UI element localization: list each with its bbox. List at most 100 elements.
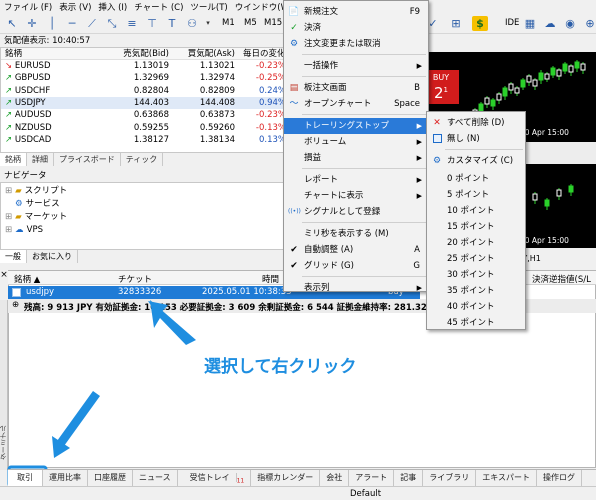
context-menu-item[interactable]: ((•)) シグナルとして登録 xyxy=(284,204,428,220)
tab-company[interactable]: 会社 xyxy=(320,470,350,486)
grid-icon[interactable]: ▦ xyxy=(522,16,538,31)
text-icon[interactable]: T xyxy=(164,16,180,31)
col-symbol[interactable]: 銘柄 xyxy=(5,48,22,60)
context-menu-item[interactable]: トレーリングストップ ▶ xyxy=(284,118,428,134)
signal-icon[interactable]: ◉ xyxy=(562,16,578,31)
trailing-stop-option[interactable]: 無し (N) xyxy=(427,131,525,147)
expand-icon[interactable]: ⊞ xyxy=(5,224,12,236)
crosshair-icon[interactable]: ✛ xyxy=(24,16,40,31)
market-watch-row[interactable]: ↗ AUDUSD 0.63868 0.63873 -0.23% xyxy=(1,109,284,121)
expand-icon[interactable]: ⊞ xyxy=(5,211,12,223)
vertical-line-icon[interactable]: │ xyxy=(44,16,60,31)
trailing-stop-option[interactable]: 40 ポイント xyxy=(427,299,525,315)
indicator-icon[interactable]: ⊞ xyxy=(448,16,464,31)
market-watch-row[interactable]: ↗ NZDUSD 0.59255 0.59260 -0.13% xyxy=(1,122,284,134)
context-menu-item[interactable]: 損益 ▶ xyxy=(284,150,428,166)
col-stoploss[interactable]: 決済逆指値(S/L xyxy=(532,273,591,285)
trendline-icon[interactable]: ⟋ xyxy=(84,16,100,31)
context-menu-item[interactable]: 一括操作 ▶ xyxy=(284,58,428,74)
tab-journal[interactable]: 操作ログ xyxy=(537,470,583,486)
col-time[interactable]: 時間 xyxy=(262,273,279,285)
tf-m1[interactable]: M1 xyxy=(222,18,235,28)
tab-history[interactable]: 口座履歴 xyxy=(88,470,133,486)
menu-tools[interactable]: ツール(T) xyxy=(190,1,227,13)
trailing-stop-option[interactable]: 20 ポイント xyxy=(427,235,525,251)
tf-m5[interactable]: M5 xyxy=(244,18,257,28)
arrow-up-icon: ↗ xyxy=(5,97,13,108)
context-menu-item[interactable]: ⚙ 注文変更または取消 xyxy=(284,36,428,52)
tab-priceboard[interactable]: プライスボード xyxy=(54,153,121,166)
market-watch-row[interactable]: ↗ GBPUSD 1.32969 1.32974 -0.25% xyxy=(1,72,284,84)
trailing-stop-option[interactable]: ✕ すべて削除 (D) xyxy=(427,115,525,131)
tab-alerts[interactable]: アラート xyxy=(349,470,395,486)
market-watch-row[interactable]: ↘ EURUSD 1.13019 1.13021 -0.23% xyxy=(1,60,284,72)
tab-news[interactable]: ニュース xyxy=(133,470,178,486)
context-menu-item[interactable]: 📄 新規注文 F9 xyxy=(284,4,428,20)
tab-library[interactable]: ライブラリ xyxy=(423,470,477,486)
menu-file[interactable]: ファイル (F) xyxy=(4,1,52,13)
col-change[interactable]: 毎日の変化 xyxy=(243,48,284,60)
context-menu-item[interactable]: ✔ 自動調整 (A) A xyxy=(284,242,428,258)
context-menu-item[interactable]: チャートに表示 ▶ xyxy=(284,188,428,204)
context-menu-item[interactable]: ミリ秒を表示する (M) xyxy=(284,226,428,242)
tab-general[interactable]: 一般 xyxy=(0,250,27,263)
context-menu-item[interactable]: レポート ▶ xyxy=(284,172,428,188)
menu-insert[interactable]: 挿入 (I) xyxy=(98,1,127,13)
trailing-stop-option[interactable]: 45 ポイント xyxy=(427,315,525,331)
context-menu-item[interactable]: ✓ 決済 xyxy=(284,20,428,36)
col-bid[interactable]: 売気配(Bid) xyxy=(111,48,169,60)
ide-button[interactable]: IDE xyxy=(505,18,519,28)
menu-view[interactable]: 表示 (V) xyxy=(59,1,91,13)
trailing-stop-option[interactable]: 15 ポイント xyxy=(427,219,525,235)
nav-item-market[interactable]: ⊞ ▰ マーケット xyxy=(5,211,67,223)
channel-icon[interactable]: ≡ xyxy=(124,16,140,31)
tab-favorites[interactable]: お気に入り xyxy=(27,250,78,263)
cursor-icon[interactable]: ↖ xyxy=(4,16,20,31)
horizontal-line-icon[interactable]: ─ xyxy=(64,16,80,31)
col-ticket[interactable]: チケット xyxy=(118,273,152,285)
tab-exposure[interactable]: 運用比率 xyxy=(43,470,88,486)
col-ask[interactable]: 買気配(Ask) xyxy=(177,48,235,60)
symbol-cell: ↘ EURUSD xyxy=(5,60,51,72)
nav-item-services[interactable]: ⚙ サービス xyxy=(15,198,60,210)
nav-item-vps[interactable]: ⊞ ☁ VPS xyxy=(5,224,43,236)
tab-mailbox[interactable]: 受信トレイ 11 xyxy=(178,470,252,486)
tab-experts[interactable]: エキスパート xyxy=(476,470,538,486)
trailing-stop-option[interactable]: 10 ポイント xyxy=(427,203,525,219)
trailing-stop-option[interactable]: 30 ポイント xyxy=(427,267,525,283)
context-menu-item[interactable]: 〜オープンチャート Space xyxy=(284,96,428,112)
market-watch-row[interactable]: ↗ USDCAD 1.38127 1.38134 0.13% xyxy=(1,134,284,146)
context-menu-item[interactable]: ▤ 板注文画面 B xyxy=(284,80,428,96)
trailing-stop-option[interactable]: ⚙ カスタマイズ (C) xyxy=(427,153,525,169)
change-cell: 0.94% xyxy=(258,97,285,108)
tab-details[interactable]: 詳細 xyxy=(27,153,54,166)
tab-symbols[interactable]: 銘柄 xyxy=(0,153,27,166)
tools-icon[interactable]: ⤡ xyxy=(104,16,120,31)
algo-trading-icon[interactable]: $ xyxy=(472,16,488,31)
globe-icon[interactable]: ⊕ xyxy=(582,16,596,31)
market-watch-row[interactable]: ↗ USDJPY 144.403 144.408 0.94% xyxy=(1,96,285,109)
context-menu-item[interactable]: 表示列 ▶ xyxy=(284,280,428,296)
tab-trade[interactable]: 取引 xyxy=(8,470,43,486)
bid-cell: 0.82804 xyxy=(133,85,169,96)
shapes-icon[interactable]: ⚇ xyxy=(184,16,200,31)
context-menu-item[interactable]: ボリューム ▶ xyxy=(284,134,428,150)
tf-m15[interactable]: M15 xyxy=(264,18,282,28)
col-symbol[interactable]: 銘柄 ▲ xyxy=(14,273,40,285)
trailing-stop-option[interactable]: 0 ポイント xyxy=(427,171,525,187)
close-icon[interactable]: × xyxy=(0,270,8,284)
tab-ticks[interactable]: ティック xyxy=(121,153,164,166)
context-menu-item[interactable]: ✔ グリッド (G) G xyxy=(284,258,428,274)
fibo-icon[interactable]: ⊤ xyxy=(144,16,160,31)
trailing-stop-option[interactable]: 5 ポイント xyxy=(427,187,525,203)
tab-articles[interactable]: 記事 xyxy=(394,470,424,486)
expand-icon[interactable]: ⊞ xyxy=(5,185,12,197)
trailing-stop-option[interactable]: 35 ポイント xyxy=(427,283,525,299)
cloud-icon[interactable]: ☁ xyxy=(542,16,558,31)
dropdown-arrow-icon[interactable]: ▾ xyxy=(200,16,216,31)
market-watch-row[interactable]: ↗ USDCHF 0.82804 0.82809 0.24% xyxy=(1,85,284,97)
nav-item-scripts[interactable]: ⊞ ▰ スクリプト xyxy=(5,185,67,197)
tab-calendar[interactable]: 指標カレンダー xyxy=(251,470,321,486)
menu-chart[interactable]: チャート (C) xyxy=(134,1,183,13)
trailing-stop-option[interactable]: 25 ポイント xyxy=(427,251,525,267)
